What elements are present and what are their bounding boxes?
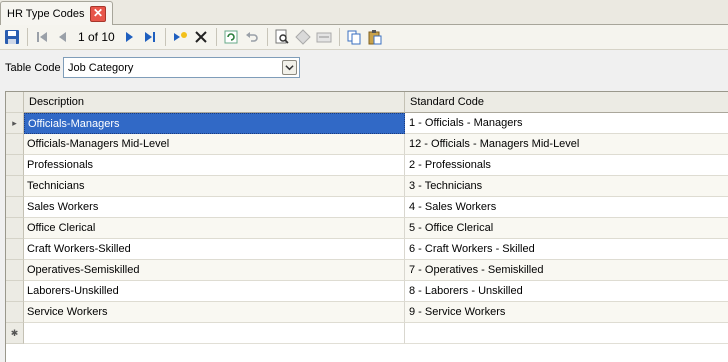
preview-icon[interactable] <box>272 27 292 47</box>
toolbar: 1 of 10 <box>0 25 728 50</box>
row-header[interactable] <box>6 176 24 197</box>
standard-code-cell[interactable]: 7 - Operatives - Semiskilled <box>405 260 728 281</box>
description-cell[interactable]: Officials-Managers <box>24 113 405 134</box>
table-code-select[interactable]: Job Category <box>63 57 300 78</box>
description-cell[interactable]: Sales Workers <box>24 197 405 218</box>
grid-header: Description Standard Code <box>6 92 728 113</box>
table-row[interactable]: Operatives-Semiskilled 7 - Operatives - S… <box>6 260 728 281</box>
copy-icon[interactable] <box>344 27 364 47</box>
table-row[interactable]: Professionals 2 - Professionals <box>6 155 728 176</box>
standard-code-cell[interactable]: 8 - Laborers - Unskilled <box>405 281 728 302</box>
standard-code-cell[interactable]: 4 - Sales Workers <box>405 197 728 218</box>
delete-icon[interactable] <box>191 27 211 47</box>
table-row[interactable]: Sales Workers 4 - Sales Workers <box>6 197 728 218</box>
last-record-icon[interactable] <box>140 27 160 47</box>
previous-record-icon[interactable] <box>53 27 73 47</box>
record-position: 1 of 10 <box>78 30 115 44</box>
row-header-corner <box>6 92 24 113</box>
description-cell[interactable]: Craft Workers-Skilled <box>24 239 405 260</box>
table-code-value: Job Category <box>68 61 134 74</box>
description-cell[interactable]: Technicians <box>24 176 405 197</box>
new-row-marker: ✱ <box>6 323 24 344</box>
separator <box>164 28 166 46</box>
new-row[interactable]: ✱ <box>6 323 728 344</box>
table-code-label: Table Code <box>5 62 61 74</box>
row-header[interactable] <box>6 218 24 239</box>
edit-icon[interactable] <box>293 27 313 47</box>
close-icon[interactable]: ✕ <box>90 6 106 22</box>
row-header[interactable] <box>6 134 24 155</box>
row-header[interactable] <box>6 155 24 176</box>
column-header-description[interactable]: Description <box>24 92 405 113</box>
separator <box>27 28 28 46</box>
standard-code-cell[interactable]: 6 - Craft Workers - Skilled <box>405 239 728 260</box>
column-header-standard-code[interactable]: Standard Code <box>405 92 728 113</box>
table-row[interactable]: Craft Workers-Skilled 6 - Craft Workers -… <box>6 239 728 260</box>
standard-code-cell[interactable]: 2 - Professionals <box>405 155 728 176</box>
new-row-description-cell[interactable] <box>24 323 405 344</box>
table-row[interactable]: Service Workers 9 - Service Workers <box>6 302 728 323</box>
tab-hr-type-codes[interactable]: HR Type Codes ✕ <box>0 1 113 25</box>
first-record-icon[interactable] <box>32 27 52 47</box>
separator <box>338 28 340 46</box>
new-record-icon[interactable] <box>170 27 190 47</box>
description-cell[interactable]: Laborers-Unskilled <box>24 281 405 302</box>
description-cell[interactable]: Officials-Managers Mid-Level <box>24 134 405 155</box>
data-grid: Description Standard Code ▸ Officials-Man… <box>5 91 728 362</box>
undo-icon[interactable] <box>242 27 262 47</box>
row-header[interactable] <box>6 302 24 323</box>
row-header[interactable] <box>6 281 24 302</box>
standard-code-cell[interactable]: 12 - Officials - Managers Mid-Level <box>405 134 728 155</box>
next-record-icon[interactable] <box>119 27 139 47</box>
standard-code-cell[interactable]: 9 - Service Workers <box>405 302 728 323</box>
tab-label: HR Type Codes <box>7 7 85 20</box>
separator <box>215 28 217 46</box>
chevron-down-icon[interactable] <box>282 60 297 75</box>
description-cell[interactable]: Professionals <box>24 155 405 176</box>
current-row-indicator[interactable]: ▸ <box>6 113 24 134</box>
standard-code-cell[interactable]: 3 - Technicians <box>405 176 728 197</box>
row-header[interactable] <box>6 239 24 260</box>
table-row[interactable]: ▸ Officials-Managers 1 - Officials - Manag… <box>6 113 728 134</box>
table-row[interactable]: Officials-Managers Mid-Level 12 - Officia… <box>6 134 728 155</box>
refresh-icon[interactable] <box>221 27 241 47</box>
paste-icon[interactable] <box>365 27 385 47</box>
table-row[interactable]: Office Clerical 5 - Office Clerical <box>6 218 728 239</box>
table-row[interactable]: Laborers-Unskilled 8 - Laborers - Unskill… <box>6 281 728 302</box>
description-cell[interactable]: Service Workers <box>24 302 405 323</box>
save-icon[interactable] <box>2 27 22 47</box>
standard-code-cell[interactable]: 1 - Officials - Managers <box>405 113 728 134</box>
separator <box>266 28 268 46</box>
standard-code-cell[interactable]: 5 - Office Clerical <box>405 218 728 239</box>
description-cell[interactable]: Office Clerical <box>24 218 405 239</box>
description-cell[interactable]: Operatives-Semiskilled <box>24 260 405 281</box>
tab-strip: HR Type Codes ✕ <box>0 0 728 25</box>
new-row-standard-code-cell[interactable] <box>405 323 728 344</box>
row-header[interactable] <box>6 197 24 218</box>
table-row[interactable]: Technicians 3 - Technicians <box>6 176 728 197</box>
form-icon[interactable] <box>314 27 334 47</box>
row-header[interactable] <box>6 260 24 281</box>
